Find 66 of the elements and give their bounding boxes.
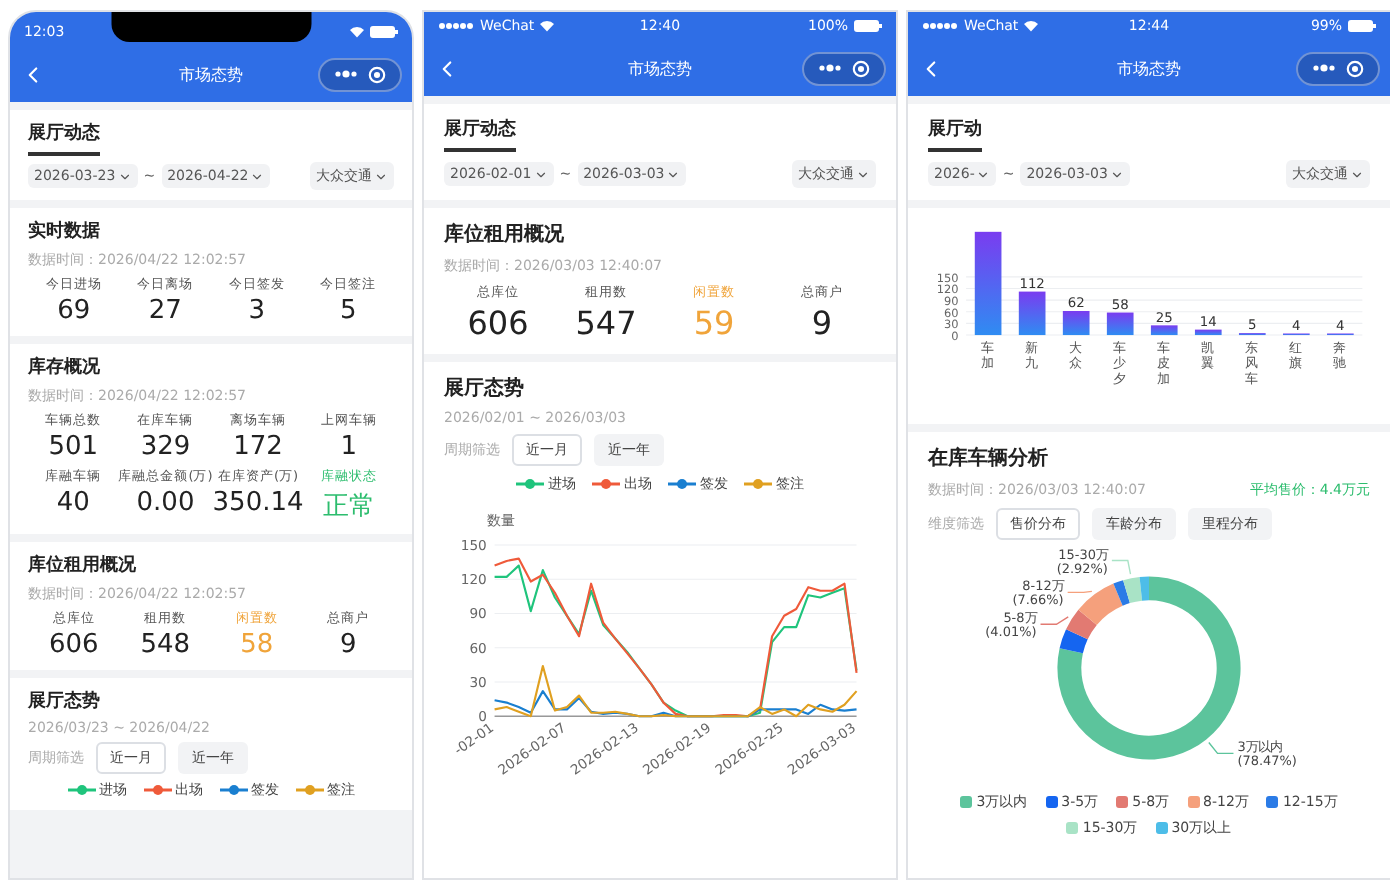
battery-icon (854, 20, 882, 32)
stat-value: 9 (811, 304, 833, 342)
leader-line (1208, 741, 1235, 755)
bar (1194, 329, 1222, 336)
caret-icon (666, 167, 681, 181)
capsule-menu[interactable] (802, 51, 886, 85)
section-tab[interactable]: 展厅动 (928, 116, 982, 152)
section-title: 库位租用概况 (444, 220, 566, 248)
stat-value: 正常 (322, 490, 375, 524)
bar (1106, 312, 1134, 336)
caret-icon (117, 169, 132, 183)
caret-icon (976, 167, 991, 181)
stat-value: 329 (140, 432, 191, 462)
section-title: 展厅态势 (28, 688, 102, 714)
stat-value: 40 (56, 488, 90, 518)
wifi-icon (350, 26, 364, 38)
stat-value: 172 (233, 432, 283, 462)
stat-value: 0.00 (136, 488, 195, 518)
caret-icon (856, 167, 870, 181)
stat-value: 501 (48, 432, 99, 462)
stat-value: 9 (339, 630, 357, 660)
battery-icon (370, 26, 398, 38)
section-title: 在库车辆分析 (928, 444, 1050, 472)
signal-icon (438, 22, 474, 30)
stat-value: 1 (340, 432, 358, 462)
section-tab[interactable]: 展厅动态 (444, 116, 516, 152)
page-title: 市场态势 (179, 63, 243, 85)
section-title: 库存概况 (28, 354, 102, 380)
stat-value: 547 (575, 304, 637, 342)
section-title: 实时数据 (28, 218, 102, 244)
page-title: 市场态势 (1117, 57, 1181, 79)
leader-line (1066, 590, 1093, 594)
section-tab[interactable]: 展厅动态 (28, 120, 100, 156)
caret-icon (374, 169, 388, 183)
battery-icon (1348, 20, 1376, 32)
capsule-menu[interactable] (1296, 51, 1380, 85)
bar (1018, 291, 1046, 336)
caret-icon (1109, 167, 1124, 181)
bar (1150, 325, 1178, 336)
stat-value: 27 (148, 296, 182, 326)
stat-value: 3 (248, 296, 266, 326)
page-title: 市场态势 (628, 57, 692, 79)
stat-value: 58 (240, 630, 274, 660)
caret-icon (250, 169, 265, 183)
wifi-icon (1024, 20, 1039, 32)
signal-icon (922, 22, 958, 30)
more-icon[interactable] (334, 70, 358, 78)
stat-value: 5 (339, 296, 357, 326)
section-title: 展厅态势 (444, 375, 526, 402)
wifi-icon (540, 20, 555, 32)
capsule-menu[interactable] (318, 57, 402, 91)
section-title: 库位租用概况 (28, 552, 138, 578)
stat-value: 606 (48, 630, 99, 660)
bar (974, 231, 1002, 336)
stat-value: 548 (140, 630, 191, 660)
stat-value: 69 (57, 296, 91, 326)
stat-value: 606 (467, 304, 529, 342)
leader-line (1111, 559, 1132, 575)
more-icon[interactable] (1312, 64, 1336, 72)
more-icon[interactable] (818, 64, 842, 72)
leader-line (1039, 616, 1069, 625)
caret-icon (533, 167, 548, 181)
caret-icon (1350, 167, 1364, 181)
stat-value: 59 (693, 304, 735, 342)
bar (1062, 311, 1090, 336)
stat-value: 350.14 (212, 488, 304, 518)
